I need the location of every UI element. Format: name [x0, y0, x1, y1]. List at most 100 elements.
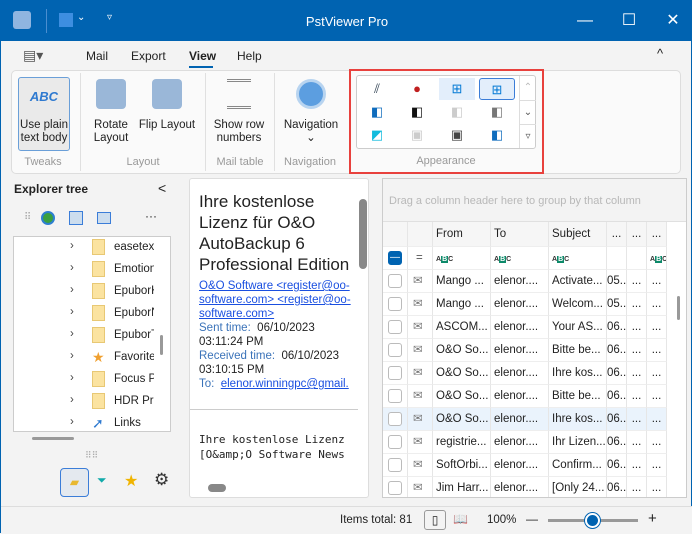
tree-item[interactable]: › Emotion [14, 259, 154, 281]
to-link[interactable]: elenor.winningpc@gmail. [221, 378, 349, 390]
table-row[interactable]: ✉ O&O So... elenor.... Ihre kos... 06.......… [383, 408, 667, 431]
normal-view-button[interactable]: ▯ [424, 510, 446, 530]
folders-view-button[interactable]: ▰ [60, 468, 89, 497]
show-row-numbers-button[interactable]: Show row numbers [210, 79, 268, 145]
filter-cell[interactable]: ABC [549, 247, 607, 270]
rotate-layout-button[interactable]: Rotate Layout [88, 79, 134, 145]
favorites-star-icon[interactable]: ★ [124, 471, 138, 491]
window-icon[interactable] [97, 212, 111, 224]
collapse-panel-button[interactable]: < [158, 180, 166, 196]
expand-chevron-icon[interactable]: › [70, 262, 74, 274]
filter-cell[interactable]: ABC [433, 247, 491, 270]
tab-export[interactable]: Export [131, 49, 166, 63]
zoom-slider[interactable] [548, 513, 638, 528]
column-header[interactable]: From [433, 222, 491, 247]
filter-cell[interactable]: — [383, 247, 408, 270]
select-folder-icon[interactable] [69, 211, 83, 225]
column-header[interactable] [408, 222, 433, 247]
table-row[interactable]: ✉ ASCOM...elenor....Your AS...06......... [383, 316, 667, 339]
row-checkbox[interactable] [388, 458, 402, 472]
row-checkbox[interactable] [388, 320, 402, 334]
use-plain-text-body-button[interactable]: ABC Use plain text body [18, 77, 70, 151]
column-header[interactable]: Subject [549, 222, 607, 247]
refresh-icon[interactable] [41, 211, 55, 225]
tree-item[interactable]: › EpuborN [14, 303, 154, 325]
more-options-button[interactable]: ··· [145, 209, 157, 223]
drag-handle-icon[interactable]: ⠿ [24, 212, 31, 223]
scroll-thumb[interactable] [359, 199, 367, 269]
reading-view-button[interactable]: 📖 [453, 512, 468, 526]
text-filter-icon[interactable]: ABC [436, 248, 453, 269]
column-header[interactable]: ... [607, 222, 627, 247]
expand-chevron-icon[interactable]: › [70, 394, 74, 406]
row-checkbox[interactable] [388, 366, 402, 380]
tree-item[interactable]: › EpuborT [14, 325, 154, 347]
row-checkbox[interactable] [388, 274, 402, 288]
expand-chevron-icon[interactable]: › [70, 350, 74, 362]
zoom-out-button[interactable]: — [526, 512, 538, 526]
row-checkbox[interactable] [388, 297, 402, 311]
expand-chevron-icon[interactable]: › [70, 416, 74, 428]
expand-chevron-icon[interactable]: › [70, 284, 74, 296]
tree-item[interactable]: › ★ Favorite [14, 347, 154, 369]
row-checkbox[interactable] [388, 412, 402, 426]
text-filter-icon[interactable]: ABC [494, 248, 511, 269]
row-checkbox[interactable] [388, 343, 402, 357]
minimize-button[interactable]: — [565, 9, 605, 33]
text-filter-icon[interactable]: ABC [552, 248, 569, 269]
column-header[interactable]: To [491, 222, 549, 247]
filter-equals-icon[interactable]: = [411, 252, 423, 264]
row-checkbox[interactable] [388, 435, 402, 449]
expand-chevron-icon[interactable]: › [70, 240, 74, 252]
row-checkbox[interactable] [388, 481, 402, 495]
column-header[interactable]: ... [627, 222, 647, 247]
horizontal-scrollbar[interactable] [32, 437, 74, 440]
maximize-button[interactable]: ☐ [609, 9, 649, 33]
email-from-link[interactable]: O&O Software <register@oo-software.com> … [199, 279, 355, 321]
tree-item[interactable]: › Focus Pr [14, 369, 154, 391]
flip-layout-button[interactable]: Flip Layout [138, 79, 196, 132]
close-button[interactable]: ✕ [653, 9, 692, 33]
tree-item[interactable]: › HDR Pro [14, 391, 154, 413]
tree-item[interactable]: › EpuborK [14, 281, 154, 303]
expand-chevron-icon[interactable]: › [70, 306, 74, 318]
zoom-slider-thumb[interactable] [585, 513, 600, 528]
column-header[interactable]: ... [647, 222, 667, 247]
table-row[interactable]: ✉ SoftOrbi... elenor.... Confirm... 06......… [383, 454, 667, 477]
vertical-scrollbar[interactable] [160, 335, 163, 355]
text-filter-icon[interactable]: ABC [650, 248, 666, 269]
tab-help[interactable]: Help [237, 49, 262, 63]
table-row[interactable]: ✉ O&O So... elenor.... Bitte be... 06.......… [383, 385, 667, 408]
expand-chevron-icon[interactable]: › [70, 372, 74, 384]
tab-view[interactable]: View [189, 49, 216, 63]
tab-mail[interactable]: Mail [86, 49, 108, 63]
vertical-scrollbar[interactable] [677, 296, 680, 320]
filter-cell[interactable] [607, 247, 627, 270]
settings-gear-icon[interactable]: ⚙ [154, 470, 169, 490]
filter-cell[interactable] [627, 247, 647, 270]
button-label: Show row numbers [213, 119, 265, 144]
table-row[interactable]: ✉ registrie... elenor.... Ihr Lizen... 06...… [383, 431, 667, 454]
table-row[interactable]: ✉ Mango ... elenor.... Activate... 05.......… [383, 270, 667, 293]
tree-item[interactable]: › easetex [14, 237, 154, 259]
expand-chevron-icon[interactable]: › [70, 328, 74, 340]
file-menu-icon[interactable]: ▤▾ [23, 47, 43, 64]
row-checkbox[interactable] [388, 389, 402, 403]
collapse-ribbon-button[interactable]: ^ [657, 46, 663, 61]
filter-cell[interactable]: = [408, 247, 433, 270]
horizontal-scroll-thumb[interactable] [208, 484, 226, 492]
column-header[interactable] [383, 222, 408, 247]
filter-cell[interactable]: ABC [491, 247, 549, 270]
splitter-handle[interactable]: ⠿⠿ [85, 450, 98, 461]
zoom-in-button[interactable]: + [648, 510, 657, 527]
table-row[interactable]: ✉ O&O So... elenor.... Ihre kos... 06.......… [383, 362, 667, 385]
navigation-button[interactable]: Navigation ⌄ [280, 79, 342, 145]
filter-icon[interactable]: ⏷ [97, 473, 107, 488]
table-row[interactable]: ✉ O&O So... elenor.... Bitte be... 06.......… [383, 339, 667, 362]
tree-item[interactable]: › ➚ Links [14, 413, 154, 435]
table-row[interactable]: ✉ Mango ...elenor....Welcom...05......... [383, 293, 667, 316]
table-row[interactable]: ✉ Jim Harr... elenor.... [Only 24... 06.....… [383, 477, 667, 497]
select-all-checkbox[interactable]: — [388, 251, 402, 265]
vertical-scrollbar[interactable] [358, 179, 368, 479]
filter-cell[interactable]: ABC [647, 247, 667, 270]
